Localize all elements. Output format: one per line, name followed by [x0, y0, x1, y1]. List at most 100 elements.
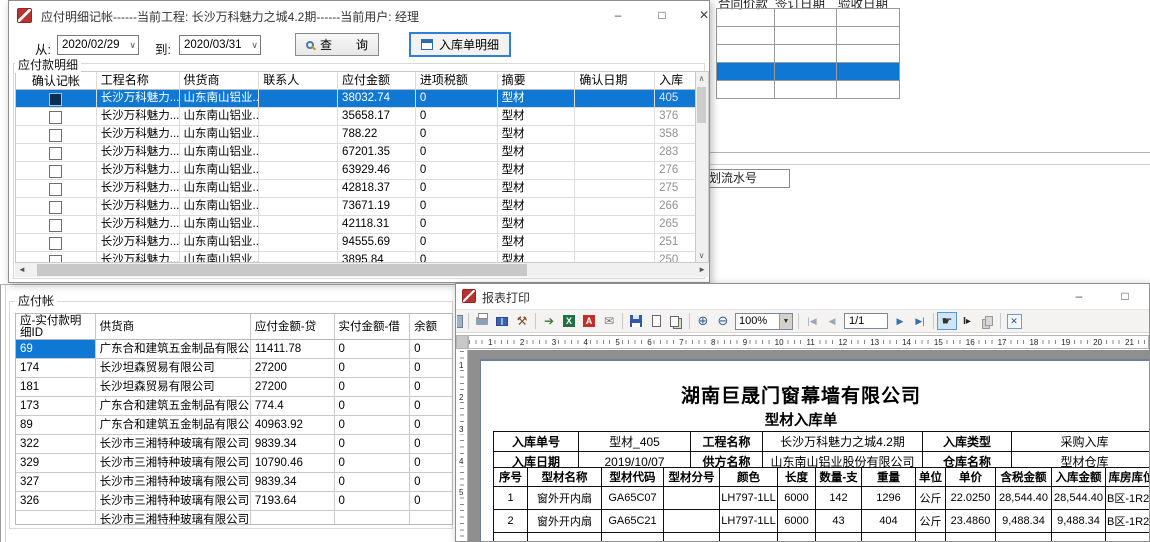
- table-row[interactable]: [717, 9, 900, 27]
- cell: 0: [335, 416, 411, 434]
- column-header[interactable]: 应-实付款明细ID: [16, 314, 96, 339]
- table-row[interactable]: [717, 27, 900, 45]
- table-row[interactable]: 长沙万科魅力...山东南山铝业...38032.740型材405: [16, 90, 695, 108]
- confirm-checkbox[interactable]: [49, 165, 62, 178]
- column-header[interactable]: 应付金额: [338, 72, 416, 90]
- table-row[interactable]: 长沙万科魅力...山东南山铝业...73671.190型材266: [16, 198, 695, 216]
- table-row[interactable]: [717, 45, 900, 63]
- scroll-right-icon[interactable]: ►: [698, 265, 706, 274]
- table-row[interactable]: 长沙万科魅力...山东南山铝业...63929.460型材276: [16, 162, 695, 180]
- scroll-left-icon[interactable]: ◄: [18, 265, 26, 274]
- table-row[interactable]: 长沙万科魅力...山东南山铝业...788.220型材358: [16, 126, 695, 144]
- confirm-checkbox[interactable]: [49, 93, 62, 106]
- print-icon[interactable]: [472, 312, 492, 330]
- titlebar[interactable]: 应付明细记帐------当前工程: 长沙万科魅力之城4.2期------当前用户…: [9, 1, 709, 29]
- save-icon[interactable]: [626, 312, 646, 330]
- chevron-down-icon[interactable]: ∨: [129, 36, 136, 54]
- cell: 326: [16, 492, 96, 510]
- scroll-thumb[interactable]: [37, 264, 527, 276]
- maximize-button[interactable]: □: [651, 5, 673, 25]
- excel-export-icon[interactable]: X: [559, 312, 579, 330]
- scroll-thumb[interactable]: [697, 87, 706, 123]
- pdf-export-icon[interactable]: A: [579, 312, 599, 330]
- table-row[interactable]: 长沙万科魅力...山东南山铝业...42818.370型材275: [16, 180, 695, 198]
- table-row[interactable]: 173广东合和建筑五金制品有限公司774.400: [16, 397, 452, 416]
- maximize-button[interactable]: □: [1114, 286, 1136, 306]
- column-header[interactable]: 供货商: [96, 314, 251, 339]
- to-date-picker[interactable]: 2020/03/31 ∨: [179, 35, 261, 55]
- hand-tool-icon[interactable]: ☛: [937, 312, 957, 330]
- prev-page-icon[interactable]: ◀: [822, 312, 842, 330]
- cell: 9839.34: [251, 435, 335, 453]
- page-setup-icon[interactable]: [492, 312, 512, 330]
- table-row[interactable]: 长沙万科魅力...山东南山铝业...35658.170型材376: [16, 108, 695, 126]
- confirm-checkbox[interactable]: [49, 129, 62, 142]
- zoom-select[interactable]: 100% ▼: [735, 313, 793, 330]
- table-row[interactable]: 69广东合和建筑五金制品有限公司11411.7800: [16, 340, 452, 359]
- column-header[interactable]: 摘要: [498, 72, 576, 90]
- table-row[interactable]: 322长沙市三湘特种玻璃有限公司9839.3400: [16, 435, 452, 454]
- table-row[interactable]: 326长沙市三湘特种玻璃有限公司7193.6400: [16, 492, 452, 511]
- design-icon[interactable]: ⚒: [512, 312, 532, 330]
- chevron-down-icon[interactable]: ∨: [251, 36, 258, 54]
- titlebar[interactable]: 报表打印 – □ ✕: [456, 284, 1149, 309]
- table-row[interactable]: 327长沙市三湘特种玻璃有限公司9839.3400: [16, 473, 452, 492]
- confirm-checkbox[interactable]: [49, 183, 62, 196]
- minimize-button[interactable]: –: [607, 5, 629, 25]
- confirm-checkbox[interactable]: [49, 219, 62, 232]
- page-indicator[interactable]: 1/1: [844, 313, 888, 329]
- confirm-checkbox[interactable]: [49, 255, 62, 264]
- confirm-checkbox[interactable]: [49, 237, 62, 250]
- next-page-icon[interactable]: ▶: [890, 312, 910, 330]
- column-header[interactable]: 确认日期: [575, 72, 655, 90]
- table-row[interactable]: 长沙万科魅力...山东南山铝业...42118.310型材265: [16, 216, 695, 234]
- column-header[interactable]: 确认记帐: [16, 72, 97, 90]
- table-row[interactable]: [717, 81, 900, 99]
- column-header[interactable]: 进项税额: [416, 72, 498, 90]
- table-row[interactable]: 89广东合和建筑五金制品有限公司40963.9200: [16, 416, 452, 435]
- zoom-out-icon[interactable]: ⊖: [713, 312, 733, 330]
- first-page-icon[interactable]: |◀: [802, 312, 822, 330]
- column-header[interactable]: 联系人: [259, 72, 338, 90]
- text-select-tool-icon[interactable]: I▸: [957, 312, 977, 330]
- scroll-up-icon[interactable]: ∧: [696, 74, 707, 83]
- from-date-picker[interactable]: 2020/02/29 ∨: [57, 35, 139, 55]
- preview-icon[interactable]: [457, 312, 465, 330]
- table-row[interactable]: 长沙万科魅力...山东南山铝业...94555.690型材251: [16, 234, 695, 252]
- last-page-icon[interactable]: ▶|: [910, 312, 930, 330]
- column-header[interactable]: 供货商: [180, 72, 260, 90]
- preview-area[interactable]: 湖南巨晟门窗幕墙有限公司 型材入库单 入库单号型材_405工程名称长沙万科魅力之…: [468, 350, 1150, 542]
- column-header[interactable]: 工程名称: [97, 72, 180, 90]
- vertical-scrollbar[interactable]: ∧ ∨: [696, 71, 709, 263]
- table-row[interactable]: 长沙市三湘特种玻璃有限公司: [16, 511, 452, 525]
- close-preview-icon[interactable]: ✕: [1004, 312, 1024, 330]
- query-button[interactable]: 查 询: [295, 33, 379, 56]
- multi-page-icon[interactable]: [666, 312, 686, 330]
- minimize-button[interactable]: –: [1068, 286, 1090, 306]
- table-row[interactable]: 长沙万科魅力...山东南山铝业...67201.350型材283: [16, 144, 695, 162]
- export-icon[interactable]: ➔: [539, 312, 559, 330]
- chevron-down-icon[interactable]: ▼: [779, 314, 792, 329]
- table-row[interactable]: [717, 63, 900, 81]
- plan-serial-box[interactable]: 计划流水号: [702, 169, 790, 188]
- single-page-icon[interactable]: [646, 312, 666, 330]
- copy-page-icon[interactable]: [977, 312, 997, 330]
- column-header[interactable]: 入库: [655, 72, 695, 90]
- column-header[interactable]: 实付金额-借: [335, 314, 411, 339]
- table-row[interactable]: 长沙万科魅力...山东南山铝业...3895.840型材250: [16, 252, 695, 263]
- entry-detail-button[interactable]: 入库单明细: [409, 32, 511, 57]
- confirm-checkbox[interactable]: [49, 201, 62, 214]
- mail-export-icon[interactable]: ✉: [599, 312, 619, 330]
- close-button[interactable]: ✕: [1144, 286, 1150, 306]
- confirm-checkbox[interactable]: [49, 111, 62, 124]
- table-row[interactable]: 181长沙坦森贸易有限公司2720000: [16, 378, 452, 397]
- column-header[interactable]: 余额: [410, 314, 452, 339]
- table-row[interactable]: 174长沙坦森贸易有限公司2720000: [16, 359, 452, 378]
- scroll-down-icon[interactable]: ∨: [696, 251, 707, 260]
- zoom-in-icon[interactable]: ⊕: [693, 312, 713, 330]
- column-header[interactable]: 应付金额-贷: [251, 314, 335, 339]
- horizontal-scrollbar[interactable]: ◄ ►: [15, 263, 709, 277]
- table-row[interactable]: 329长沙市三湘特种玻璃有限公司10790.4600: [16, 454, 452, 473]
- confirm-checkbox[interactable]: [49, 147, 62, 160]
- close-button[interactable]: ✕: [693, 5, 715, 25]
